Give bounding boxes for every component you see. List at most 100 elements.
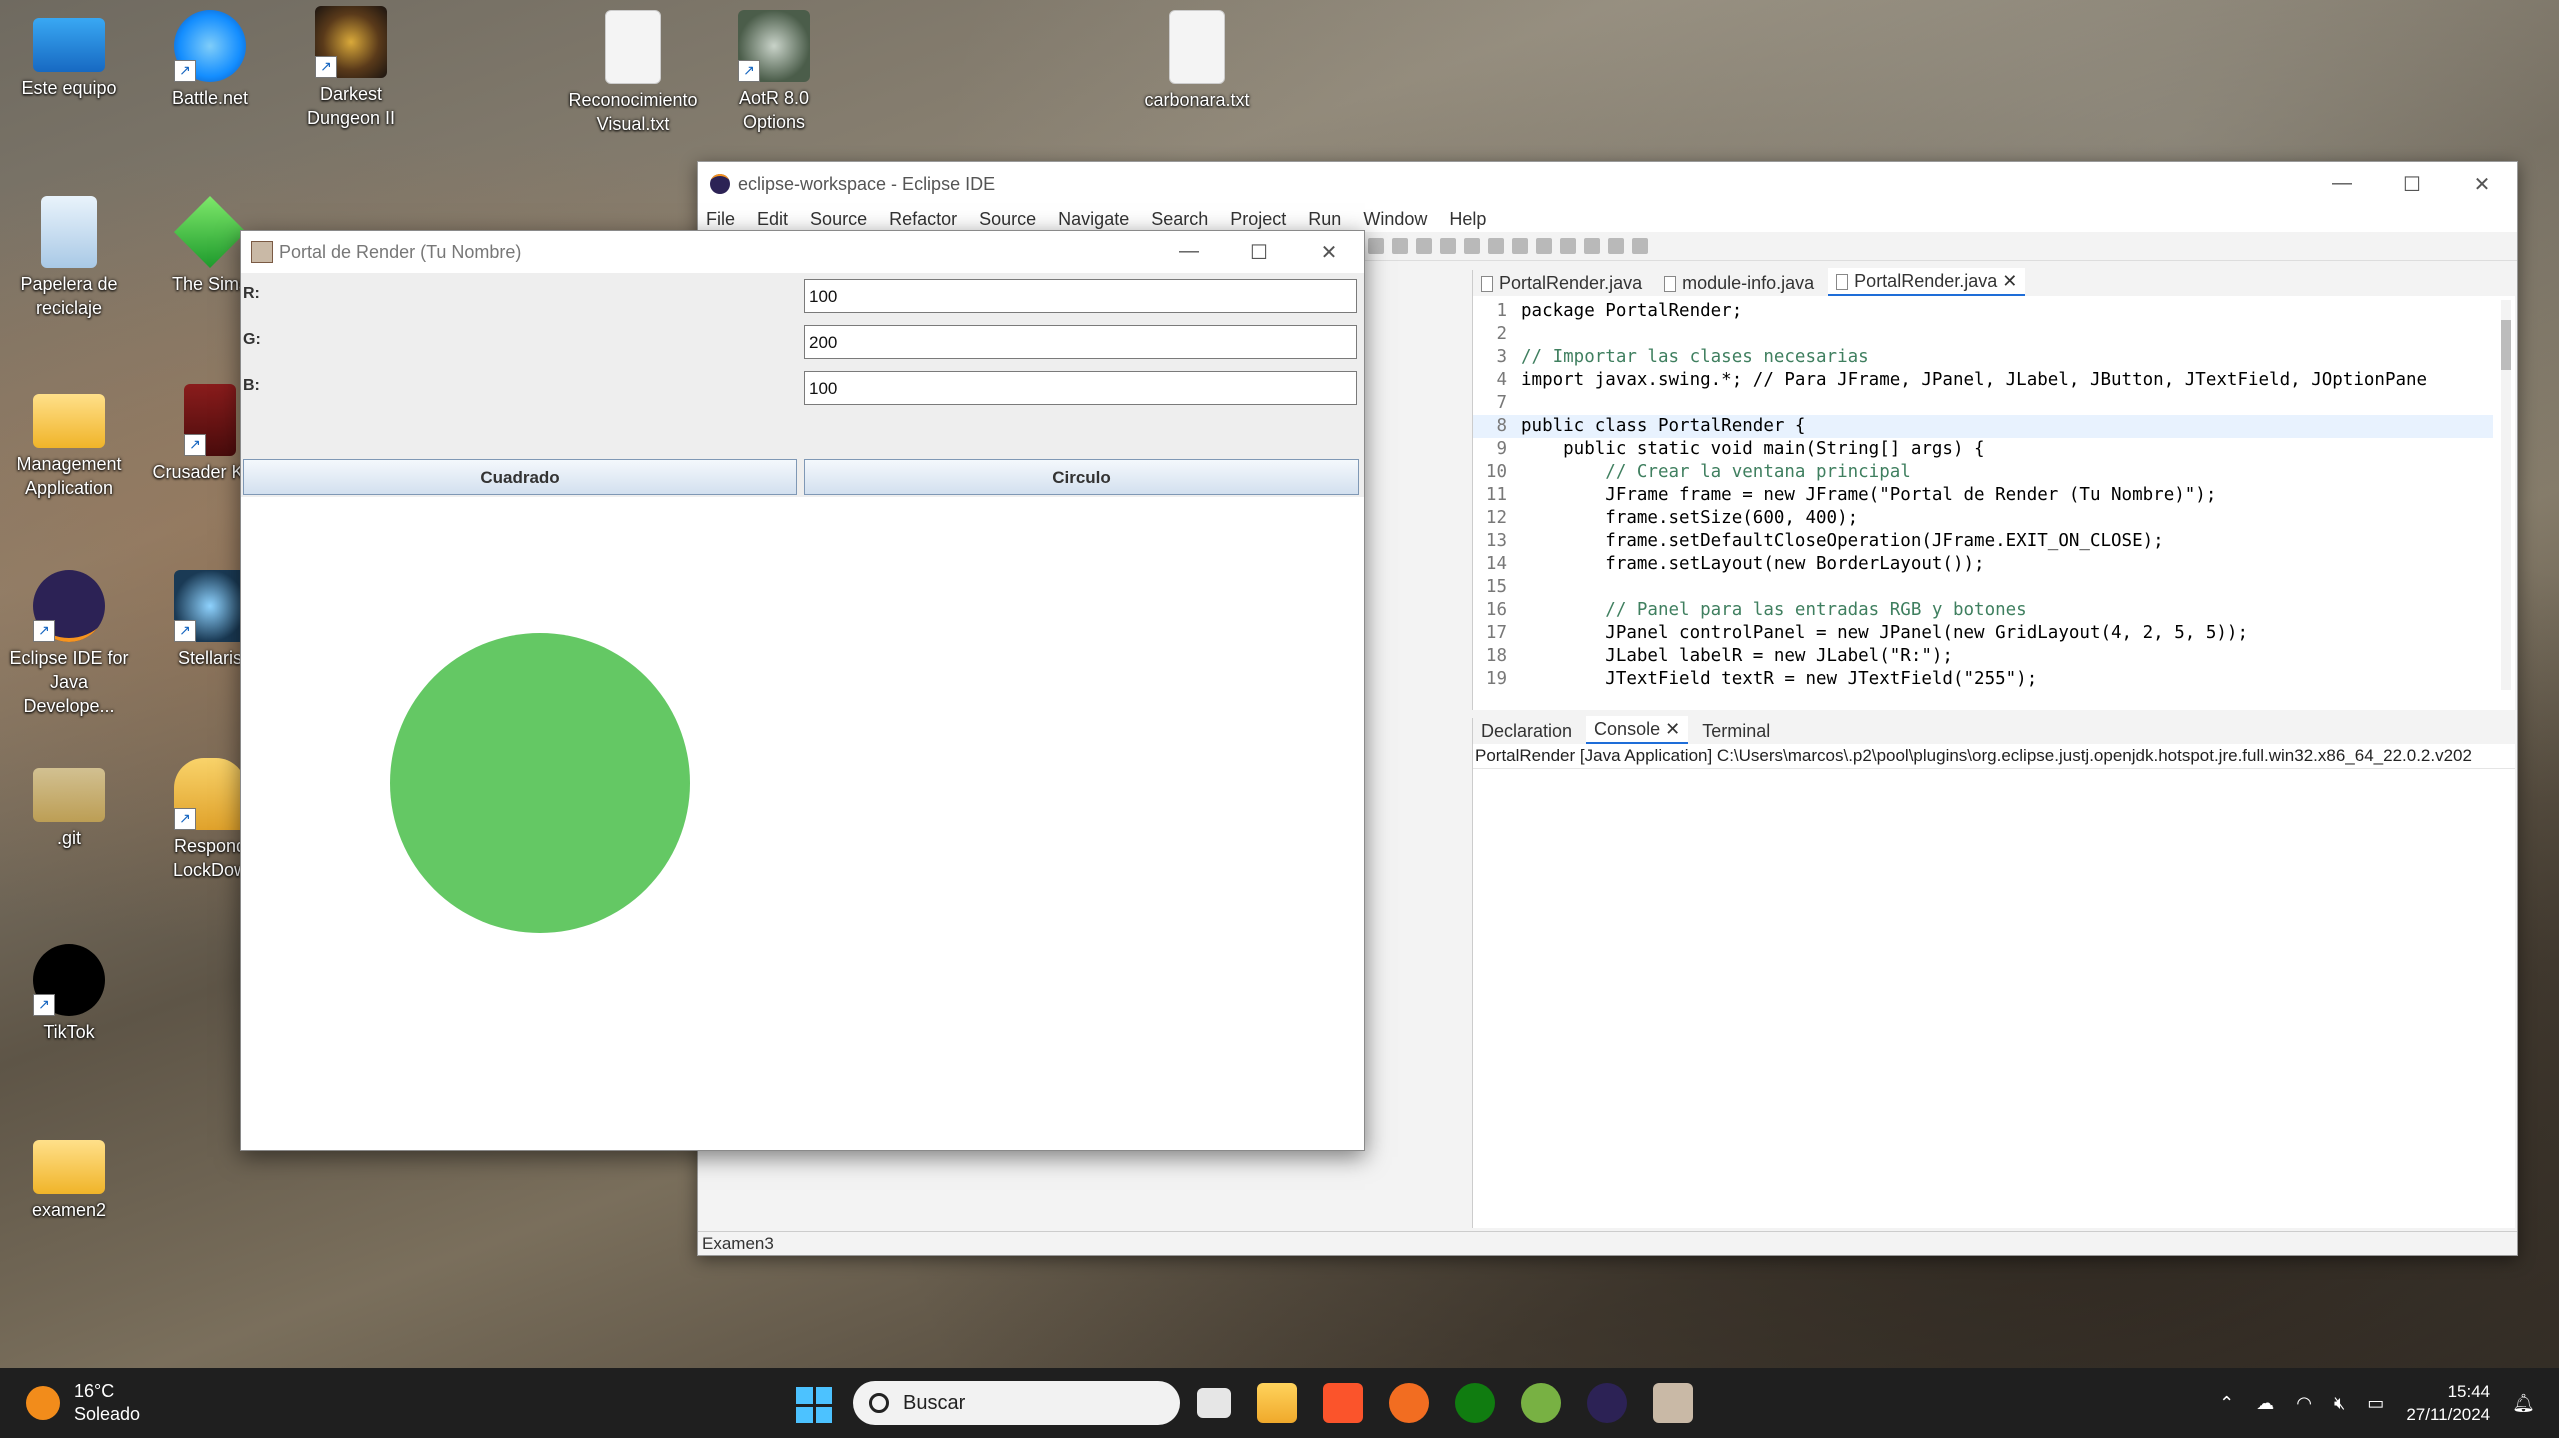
editor-scrollbar[interactable]: [2501, 300, 2511, 690]
toolbar-icon[interactable]: [1512, 238, 1528, 254]
file-explorer-icon[interactable]: [1257, 1383, 1297, 1423]
desktop-icon-aotr[interactable]: ↗ AotR 8.0 Options: [709, 10, 839, 134]
close-icon[interactable]: ✕: [1294, 240, 1364, 265]
code-text: import javax.swing.*; // Para JFrame, JP…: [1521, 370, 2428, 390]
java-app-taskbar-icon[interactable]: [1653, 1383, 1693, 1423]
volume-muted-icon[interactable]: 🔇︎: [2334, 1393, 2345, 1414]
toolbar-icon[interactable]: [1584, 238, 1600, 254]
toolbar-icon[interactable]: [1464, 238, 1480, 254]
tab-module-info[interactable]: module-info.java: [1656, 270, 1822, 296]
chevron-up-icon[interactable]: ⌃: [2219, 1393, 2234, 1414]
code-line[interactable]: 13 frame.setDefaultCloseOperation(JFrame…: [1473, 530, 2493, 553]
desktop-icon-examen2[interactable]: examen2: [4, 1130, 134, 1222]
code-line[interactable]: 3 // Importar las clases necesarias: [1473, 346, 2493, 369]
wifi-icon[interactable]: ◠: [2296, 1393, 2312, 1414]
menu-navigate[interactable]: Navigate: [1058, 209, 1129, 230]
input-g[interactable]: 200: [804, 325, 1357, 359]
menu-source-2[interactable]: Source: [979, 209, 1036, 230]
code-line[interactable]: 10 // Crear la ventana principal: [1473, 461, 2493, 484]
toolbar-icon[interactable]: [1560, 238, 1576, 254]
battery-icon[interactable]: ▭: [2367, 1393, 2384, 1414]
desktop-icon-eclipse[interactable]: ↗ Eclipse IDE for Java Develope...: [4, 570, 134, 718]
menu-search[interactable]: Search: [1151, 209, 1208, 230]
menu-run[interactable]: Run: [1308, 209, 1341, 230]
blender-like-orange-icon[interactable]: [1389, 1383, 1429, 1423]
app-titlebar[interactable]: Portal de Render (Tu Nombre) — ☐ ✕: [241, 231, 1364, 273]
code-line[interactable]: 18 JLabel labelR = new JLabel("R:");: [1473, 645, 2493, 668]
minimize-icon[interactable]: —: [2307, 172, 2377, 197]
desktop-icon-darkest-dungeon[interactable]: ↗ Darkest Dungeon II: [286, 6, 416, 130]
eclipse-titlebar[interactable]: eclipse-workspace - Eclipse IDE — ☐ ✕: [698, 162, 2517, 206]
desktop-icon-este-equipo[interactable]: Este equipo: [4, 10, 134, 100]
code-line[interactable]: 19 JTextField textR = new JTextField("25…: [1473, 668, 2493, 690]
code-editor[interactable]: PortalRender.java module-info.java Porta…: [1472, 268, 2515, 710]
notification-bell-icon[interactable]: 🔔︎: [2512, 1393, 2535, 1414]
code-line[interactable]: 1 package PortalRender;: [1473, 300, 2493, 323]
desktop-icon-recycle-bin[interactable]: Papelera de reciclaje: [4, 196, 134, 320]
taskbar: 16°C Soleado Buscar ⌃ ☁ ◠ 🔇︎ ▭ 15:44 27/…: [0, 1368, 2559, 1438]
code-line[interactable]: 17 JPanel controlPanel = new JPanel(new …: [1473, 622, 2493, 645]
code-line[interactable]: 14 frame.setLayout(new BorderLayout());: [1473, 553, 2493, 576]
code-line[interactable]: 15: [1473, 576, 2493, 599]
desktop-icon-management-application[interactable]: Management Application: [4, 384, 134, 500]
utorrent-icon[interactable]: [1521, 1383, 1561, 1423]
desktop-icon-reconocimiento[interactable]: Reconocimiento Visual.txt: [568, 10, 698, 136]
code-line[interactable]: 9 public static void main(String[] args)…: [1473, 438, 2493, 461]
menu-source[interactable]: Source: [810, 209, 867, 230]
menu-file[interactable]: File: [706, 209, 735, 230]
menu-project[interactable]: Project: [1230, 209, 1286, 230]
tab-portalrender-active[interactable]: PortalRender.java ✕: [1828, 268, 2026, 296]
toolbar-icon[interactable]: [1392, 238, 1408, 254]
toolbar-icon[interactable]: [1608, 238, 1624, 254]
desktop-icon-tiktok[interactable]: ↗ TikTok: [4, 944, 134, 1044]
code-line[interactable]: 16 // Panel para las entradas RGB y boto…: [1473, 599, 2493, 622]
windows-start-icon[interactable]: [796, 1387, 832, 1423]
circle-button[interactable]: Circulo: [804, 459, 1359, 495]
menu-edit[interactable]: Edit: [757, 209, 788, 230]
desktop-icon-carbonara[interactable]: carbonara.txt: [1132, 10, 1262, 112]
xbox-icon[interactable]: [1455, 1383, 1495, 1423]
toolbar-icon[interactable]: [1368, 238, 1384, 254]
input-b[interactable]: 100: [804, 371, 1357, 405]
minimize-icon[interactable]: —: [1154, 240, 1224, 265]
code-line[interactable]: 4 import javax.swing.*; // Para JFrame, J…: [1473, 369, 2493, 392]
tab-declaration[interactable]: Declaration: [1473, 718, 1580, 744]
tab-close-icon[interactable]: ✕: [2002, 271, 2017, 291]
code-line[interactable]: 12 frame.setSize(600, 400);: [1473, 507, 2493, 530]
code-area[interactable]: 1 package PortalRender; 2 3 // Importar las …: [1473, 300, 2493, 690]
maximize-icon[interactable]: ☐: [1224, 240, 1294, 265]
close-icon[interactable]: ✕: [2447, 172, 2517, 197]
maximize-icon[interactable]: ☐: [2377, 172, 2447, 197]
code-line[interactable]: 7: [1473, 392, 2493, 415]
toolbar-icon[interactable]: [1536, 238, 1552, 254]
code-line[interactable]: 2: [1473, 323, 2493, 346]
tab-close-icon[interactable]: ✕: [1665, 719, 1680, 739]
task-view-icon[interactable]: [1197, 1388, 1231, 1418]
scroll-thumb[interactable]: [2501, 320, 2511, 370]
menu-help[interactable]: Help: [1449, 209, 1486, 230]
desktop-icon-battlenet[interactable]: ↗ Battle.net: [145, 10, 275, 110]
tab-terminal[interactable]: Terminal: [1694, 718, 1778, 744]
toolbar-icon[interactable]: [1440, 238, 1456, 254]
input-r[interactable]: 100: [804, 279, 1357, 313]
square-button[interactable]: Cuadrado: [243, 459, 797, 495]
tab-console[interactable]: Console ✕: [1586, 716, 1689, 744]
weather-widget[interactable]: 16°C Soleado: [26, 1380, 140, 1426]
toolbar-icon[interactable]: [1488, 238, 1504, 254]
code-line[interactable]: 11 JFrame frame = new JFrame("Portal de …: [1473, 484, 2493, 507]
tab-portalrender-1[interactable]: PortalRender.java: [1473, 270, 1650, 296]
brave-browser-icon[interactable]: [1323, 1383, 1363, 1423]
menu-refactor[interactable]: Refactor: [889, 209, 957, 230]
desktop-icon-git-folder[interactable]: .git: [4, 758, 134, 850]
menu-window[interactable]: Window: [1363, 209, 1427, 230]
eclipse-taskbar-icon[interactable]: [1587, 1383, 1627, 1423]
console-panel[interactable]: Declaration Console ✕ Terminal PortalRen…: [1472, 716, 2515, 1228]
onedrive-icon[interactable]: ☁: [2256, 1393, 2274, 1414]
toolbar-icon[interactable]: [1632, 238, 1648, 254]
code-line[interactable]: 8 public class PortalRender {: [1473, 415, 2493, 438]
clock[interactable]: 15:44 27/11/2024: [2406, 1380, 2490, 1426]
eclipse-logo-icon: [710, 174, 730, 194]
taskbar-search[interactable]: Buscar: [853, 1381, 1180, 1425]
portal-render-window[interactable]: Portal de Render (Tu Nombre) — ☐ ✕ R: 10…: [240, 230, 1365, 1151]
toolbar-icon[interactable]: [1416, 238, 1432, 254]
